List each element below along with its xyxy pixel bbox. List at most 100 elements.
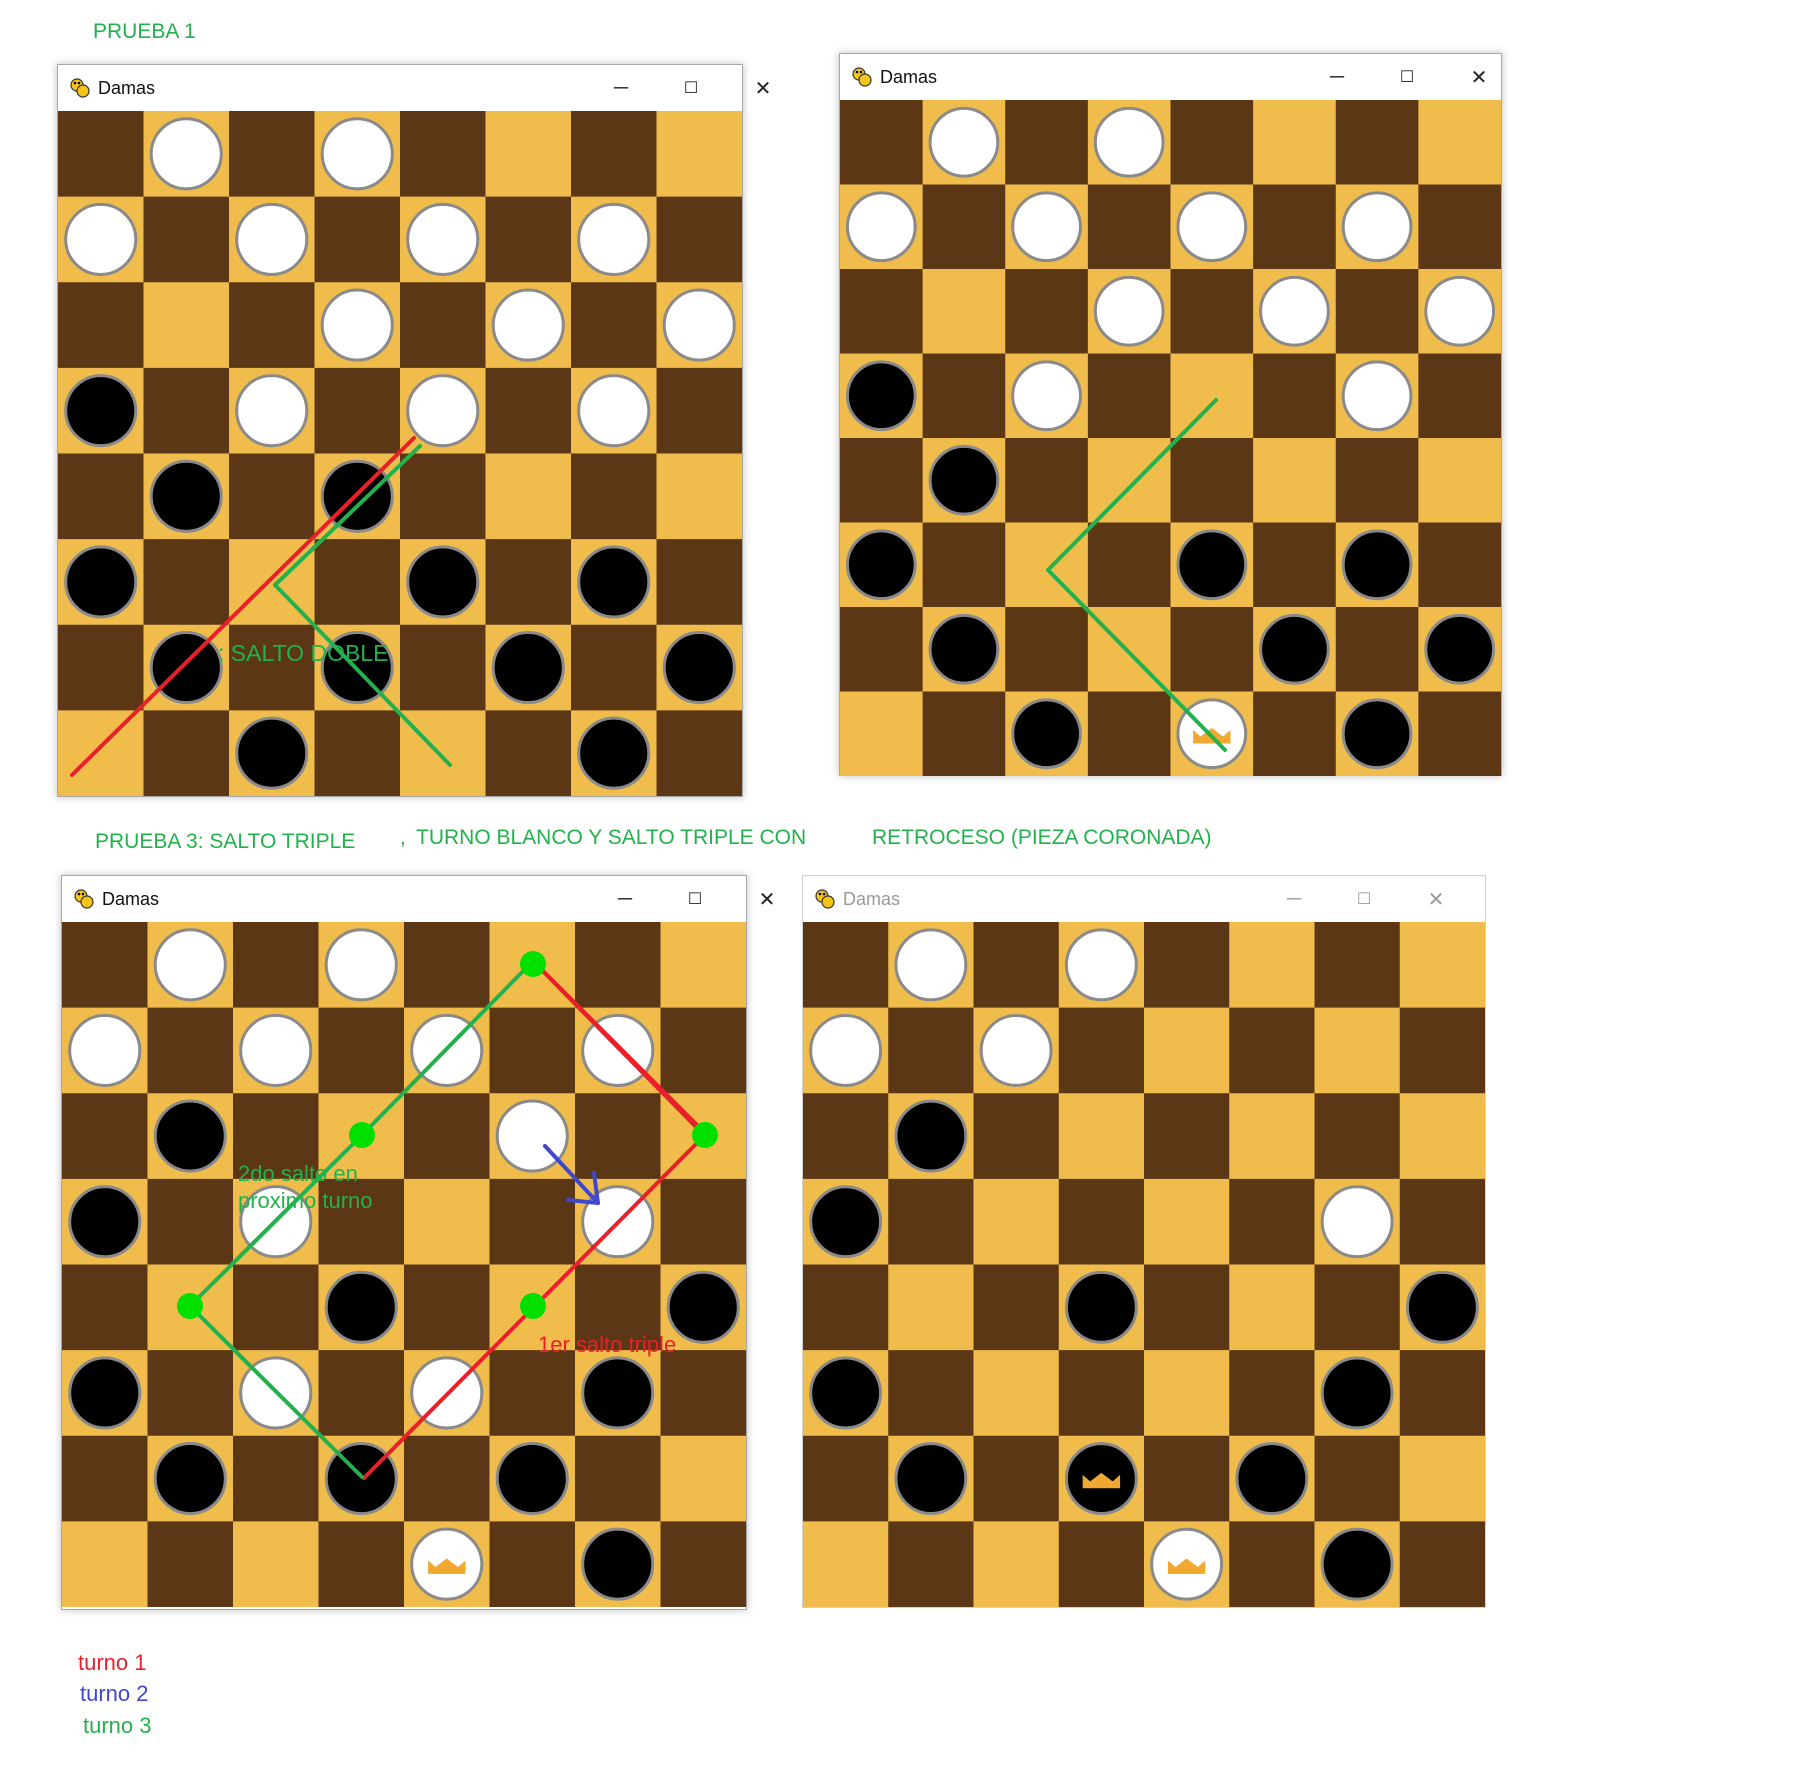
board-square [1253,184,1337,270]
board-square [143,196,230,283]
white-king-piece [1176,698,1248,770]
white-piece [410,1013,484,1087]
board-square [656,196,742,283]
board-square [803,1521,889,1607]
board-square [1005,269,1089,354]
board-square [660,1178,746,1265]
board-square [318,1007,405,1094]
close-button[interactable]: ✕ [750,882,784,916]
board-square [58,111,144,198]
checkers-board[interactable] [840,100,1501,776]
white-piece [662,288,736,362]
board-square [314,539,401,626]
board-square [1253,353,1337,439]
white-piece [235,202,309,276]
board-square [840,691,924,776]
board-square [1058,1007,1145,1094]
white-piece [239,1356,313,1430]
black-piece [894,1442,968,1516]
white-piece [406,202,480,276]
close-button[interactable]: ✕ [746,71,780,105]
board-square [1335,607,1419,692]
minimize-button[interactable]: ─ [604,71,638,105]
board-square [1087,691,1171,776]
board-square [485,196,572,283]
board-square [62,922,148,1009]
black-piece [662,631,736,705]
black-king-piece [1064,1442,1138,1516]
white-piece [239,1013,313,1087]
board-square [1314,1007,1401,1094]
checkers-board[interactable] [62,922,746,1607]
board-square [660,1350,746,1437]
window-title: Damas [843,889,901,909]
black-piece [1424,613,1496,685]
minimize-button[interactable]: ─ [1277,882,1311,916]
black-piece [324,1442,398,1516]
board-square [571,111,657,198]
black-piece [845,360,917,432]
board-square [1170,269,1254,354]
white-piece [153,928,227,1002]
white-piece [577,202,651,276]
board-square [1087,607,1171,692]
white-piece [235,374,309,448]
checkers-board[interactable] [803,922,1485,1607]
board-square [922,184,1006,270]
window-title: Damas [102,889,160,909]
minimize-button[interactable]: ─ [1320,60,1354,94]
white-piece [1093,275,1165,347]
white-piece [845,191,917,263]
board-square [973,1521,1060,1607]
board-square [922,269,1006,354]
board-square [660,1093,746,1180]
board-square [404,1093,490,1180]
black-piece [491,631,565,705]
board-square [803,1435,889,1522]
black-piece [809,1185,883,1259]
board-square [400,282,486,369]
board-square [1335,269,1419,354]
board-square [318,1350,405,1437]
window-damas-3: Damas ─ ☐ ✕ [61,875,775,1610]
black-piece [320,459,394,533]
board-square [485,111,572,198]
board-square [147,1350,234,1437]
board-square [1170,607,1254,692]
maximize-button[interactable]: ☐ [674,71,708,105]
board-square [973,1435,1060,1522]
minimize-button[interactable]: ─ [608,882,642,916]
board-square [314,196,401,283]
board-square [485,710,572,796]
white-piece [149,117,223,191]
board-square [404,1178,490,1265]
board-square [888,1521,974,1607]
board-square [660,1521,746,1607]
black-piece [894,1099,968,1173]
maximize-button[interactable]: ☐ [1347,882,1381,916]
white-piece [1064,928,1138,1002]
checkers-board[interactable] [58,111,742,796]
white-piece [1011,360,1082,432]
close-button[interactable]: ✕ [1462,60,1496,94]
black-piece [149,631,223,705]
board-square [1229,1350,1315,1437]
board-square [233,1435,319,1522]
board-square [1058,1350,1145,1437]
maximize-button[interactable]: ☐ [678,882,712,916]
board-square [660,1435,746,1522]
legend-turno-2: turno 2 [80,1681,149,1706]
board-square [1418,522,1501,608]
title-bar: Damas ─ ☐ ✕ [58,65,771,111]
board-square [1005,607,1089,692]
black-piece [577,545,651,619]
board-square [575,1435,661,1522]
maximize-button[interactable]: ☐ [1390,60,1424,94]
board-square [840,269,924,354]
black-piece [1259,613,1330,685]
close-button[interactable]: ✕ [1419,882,1453,916]
pygame-snake-icon [814,888,836,910]
board-square [143,539,230,626]
board-square [233,1521,319,1607]
board-square [571,624,657,711]
